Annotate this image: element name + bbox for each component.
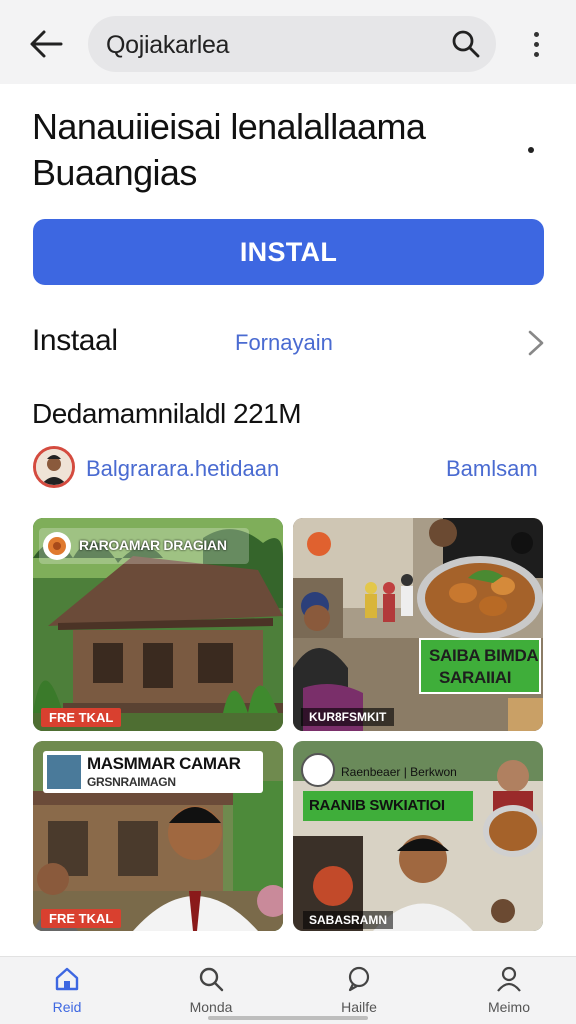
developer-avatar[interactable] <box>33 446 75 488</box>
home-indicator <box>208 1016 368 1020</box>
thumbnail-3-title-line-1: MASMMAR CAMAR <box>87 754 241 773</box>
thumbnail-1-title-banner: RAROAMAR DRAGIAN <box>39 528 249 564</box>
screenshot-thumbnail-1[interactable]: RAROAMAR DRAGIAN FRE TKAL <box>33 518 283 731</box>
nav-item-profile[interactable]: Meimo <box>454 957 564 1024</box>
top-app-bar: Qojiakarlea <box>0 0 576 84</box>
install-info-row[interactable]: Instaal Fornayain <box>0 310 576 374</box>
thumbnail-2-banner: SAIBA BIMDA SARAIIAI <box>419 638 541 694</box>
dot-icon <box>533 41 539 47</box>
thumbnail-3-title-line-2: GRSNRAIMAGN <box>87 775 176 789</box>
install-label: Instaal <box>32 324 118 357</box>
nav-label-chat: Hailfe <box>341 999 377 1015</box>
screenshot-thumbnail-3[interactable]: MASMMAR CAMAR GRSNRAIMAGN FRE TKAL <box>33 741 283 931</box>
screenshot-thumbnail-4[interactable]: Raenbeaer | Berkwon RAANIB SWKIATIOI SAB… <box>293 741 543 931</box>
search-bar[interactable]: Qojiakarlea <box>88 16 496 72</box>
thumbnail-2-banner-line-2: SARAIIAI <box>439 668 512 687</box>
dot-icon <box>533 51 539 57</box>
thumbnail-2-banner-line-1: SAIBA BIMDA <box>429 646 539 665</box>
downloads-count: Dedamamnilaldl 221M <box>32 398 302 429</box>
thumbnail-3-badge: FRE TKAL <box>41 909 122 928</box>
app-title-line-1: Nanauiieisai lenalallaama <box>32 106 426 147</box>
install-sublabel: Fornayain <box>235 330 333 355</box>
person-icon <box>497 966 521 992</box>
developer-row: Balgrarara.hetidaan Bamlsam <box>0 440 576 496</box>
nav-label-home: Reid <box>52 999 82 1015</box>
nav-item-chat[interactable]: Hailfe <box>304 957 414 1024</box>
more-options-button[interactable] <box>520 24 552 64</box>
home-icon <box>55 967 79 991</box>
developer-more-link[interactable]: Bamlsam <box>446 456 538 482</box>
bottom-navigation: Reid Monda Hailfe Meimo <box>0 956 576 1024</box>
developer-name-link[interactable]: Balgrarara.hetidaan <box>86 456 279 482</box>
thumbnail-4-header-text: Raenbeaer | Berkwon <box>341 765 457 779</box>
hosts-photo-icon <box>47 755 81 789</box>
arrow-back-icon <box>30 30 63 58</box>
chevron-right-icon <box>528 330 544 356</box>
search-query-text[interactable]: Qojiakarlea <box>106 31 229 60</box>
thumbnail-4-header: Raenbeaer | Berkwon <box>301 749 501 793</box>
close-overlay-icon <box>511 532 533 554</box>
back-button[interactable] <box>24 24 68 64</box>
chat-bubble-icon <box>348 966 370 992</box>
channel-avatar-icon <box>301 753 335 787</box>
person-avatar-icon <box>36 449 72 485</box>
nav-item-search[interactable]: Monda <box>156 957 266 1024</box>
street-food-image <box>293 518 543 731</box>
thumbnail-4-banner-text: RAANIB SWKIATIOI <box>309 797 445 814</box>
app-title-line-2: Buaangias <box>32 152 197 193</box>
food-logo-icon <box>43 532 71 560</box>
title-dot <box>528 147 534 153</box>
thumbnail-1-title: RAROAMAR DRAGIAN <box>79 537 227 553</box>
thumbnail-4-banner: RAANIB SWKIATIOI <box>303 791 473 821</box>
dot-icon <box>533 31 539 37</box>
search-button[interactable] <box>448 26 484 62</box>
nav-item-home[interactable]: Reid <box>12 957 122 1024</box>
restaurant-logo-icon <box>307 532 331 556</box>
thumbnail-1-badge: FRE TKAL <box>41 708 122 727</box>
screenshot-thumbnail-2[interactable]: SAIBA BIMDA SARAIIAI KUR8FSMKIT <box>293 518 543 731</box>
app-title: Nanauiieisai lenalallaama Buaangias <box>32 104 492 196</box>
search-icon <box>199 967 224 992</box>
thumbnail-4-caption: SABASRAMN <box>303 911 393 929</box>
thumbnail-3-title-banner: MASMMAR CAMAR GRSNRAIMAGN <box>43 751 263 793</box>
install-button[interactable]: INSTAL <box>33 219 544 285</box>
thumbnail-2-caption: KUR8FSMKIT <box>301 708 395 726</box>
search-icon <box>452 30 480 58</box>
nav-label-profile: Meimo <box>487 999 530 1015</box>
nav-label-search: Monda <box>189 999 233 1015</box>
